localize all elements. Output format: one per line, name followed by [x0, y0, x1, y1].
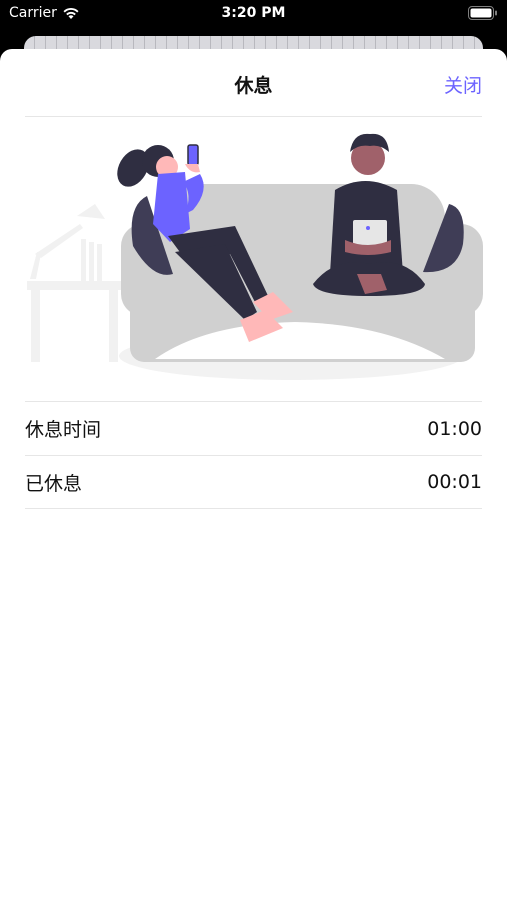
navigation-bar: 休息 关闭: [25, 49, 482, 117]
rest-info-list: 休息时间 01:00 已休息 00:01: [25, 401, 482, 509]
close-button[interactable]: 关闭: [444, 71, 482, 98]
battery-icon: [468, 6, 497, 20]
rest-time-label: 休息时间: [25, 419, 102, 441]
rest-time-value: 01:00: [427, 417, 482, 440]
rested-label: 已休息: [25, 472, 83, 495]
list-item-rest-time: 休息时间 01:00: [25, 401, 482, 455]
rested-value: 00:01: [427, 471, 482, 493]
rest-sheet: 休息 关闭 休息时间 01:00 已休息 00:01: [0, 49, 507, 900]
status-time: 3:20 PM: [221, 5, 286, 21]
status-bar: Carrier 3:20 PM: [0, 0, 507, 28]
list-item-rested: 已休息 00:01: [25, 455, 482, 509]
page-title: 休息: [234, 75, 273, 97]
resting-illustration: [27, 133, 483, 380]
